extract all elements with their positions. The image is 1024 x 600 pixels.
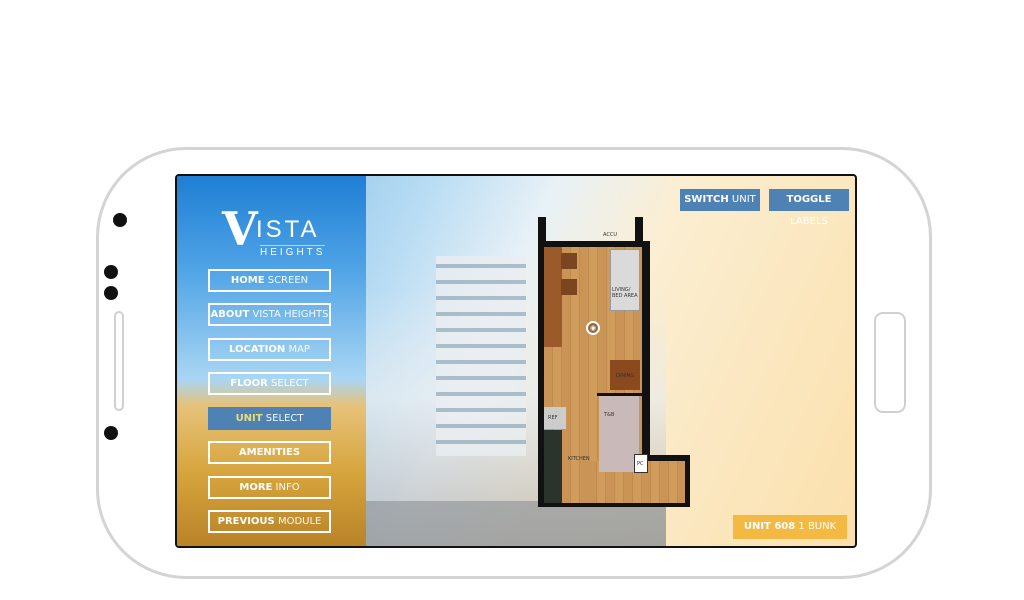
label-dining: DINING [616, 373, 635, 379]
menu-item-light: VISTA HEIGHTS [252, 309, 329, 320]
menu-item-about[interactable]: ABOUT VISTA HEIGHTS [208, 303, 331, 326]
menu-item-amenities[interactable]: AMENITIES [208, 441, 331, 464]
label-accu: ACCU [603, 232, 617, 238]
menu-item-bold: AMENITIES [238, 447, 301, 458]
camera-icon[interactable]: ◉ [586, 321, 600, 335]
menu-item-bold: HOME [230, 275, 265, 286]
menu-item-light: MAP [288, 344, 310, 355]
label-living: LIVING/ BED AREA [612, 287, 638, 299]
sensor-dot-icon [104, 286, 118, 300]
menu-item-bold: MORE [239, 482, 273, 493]
menu-item-bold: LOCATION [229, 344, 286, 355]
speaker-slot [114, 311, 124, 411]
menu-item-more[interactable]: MORE INFO [208, 476, 331, 499]
menu-item-light: INFO [275, 482, 300, 493]
menu-item-bold: ABOUT [210, 309, 250, 320]
app-screen: V ISTA HEIGHTS HOME SCREEN ABOUT VISTA HEIG… [175, 174, 857, 548]
menu-item-bold: FLOOR [230, 378, 268, 389]
unit-badge: UNIT 608 1 BUNK BED [733, 515, 847, 546]
menu-item-light: MODULE [277, 516, 322, 527]
sidebar: V ISTA HEIGHTS HOME SCREEN ABOUT VISTA HEIG… [177, 176, 366, 546]
switch-unit-button[interactable]: SWITCH UNIT [680, 189, 760, 211]
floor-plan[interactable]: ACCU LIVING/ BED AREA ◉ DINING T&B PC RE… [538, 217, 690, 507]
menu-item-unit[interactable]: UNIT SELECT [208, 407, 331, 430]
menu-item-light: SELECT [271, 378, 309, 389]
label-pc: PC [637, 461, 644, 467]
menu-item-previous[interactable]: PREVIOUS MODULE [208, 510, 331, 533]
camera-dot-icon [113, 213, 127, 227]
menu-item-location[interactable]: LOCATION MAP [208, 338, 331, 361]
home-button[interactable] [874, 312, 906, 413]
label-tb: T&B [604, 412, 615, 418]
label-ref: REF [548, 415, 558, 421]
menu-item-home[interactable]: HOME SCREEN [208, 269, 331, 292]
toggle-labels-button[interactable]: TOGGLE LABELS [769, 189, 849, 227]
label-kitchen: KITCHEN [568, 456, 590, 462]
menu-item-floor[interactable]: FLOOR SELECT [208, 372, 331, 395]
vista-heights-logo: V ISTA HEIGHTS [222, 202, 326, 258]
sensor-dot-icon [104, 426, 118, 440]
sensor-dot-icon [104, 265, 118, 279]
menu-item-light: SCREEN [267, 275, 309, 286]
menu-item-bold: PREVIOUS [217, 516, 275, 527]
menu-item-bold: UNIT [235, 413, 263, 424]
menu-item-light: SELECT [265, 413, 304, 424]
